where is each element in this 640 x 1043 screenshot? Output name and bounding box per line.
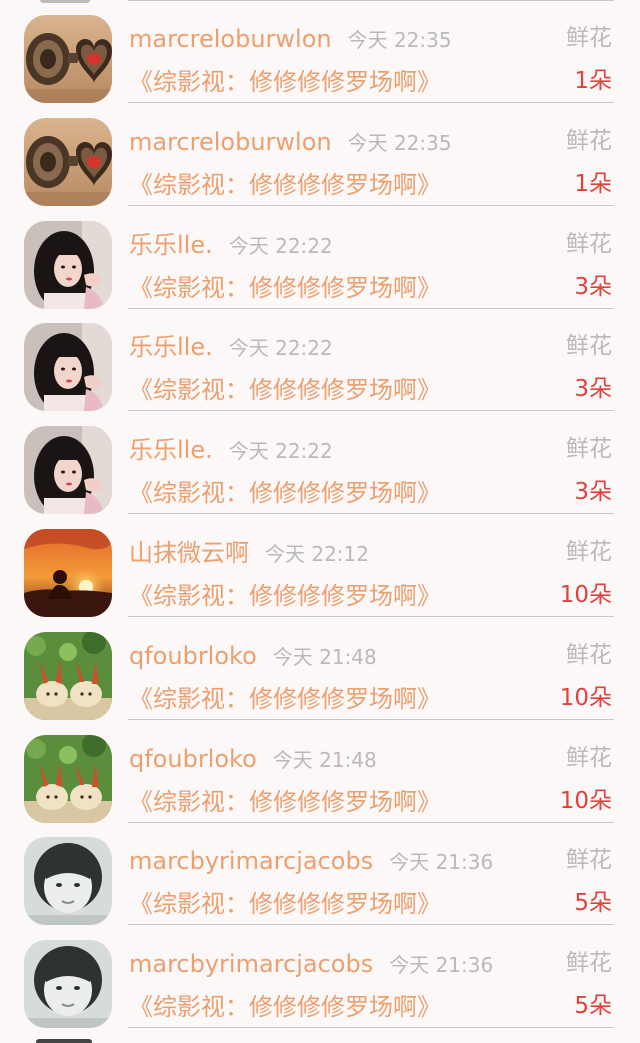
gift-type-label: 鲜花	[566, 539, 612, 565]
gift-timestamp: 今天 22:22	[228, 233, 333, 258]
gift-type-label: 鲜花	[566, 744, 612, 771]
gift-record-row[interactable]: 乐乐lle. 今天 22:22 鲜花《综影视：修修修修罗场啊》 3朵	[0, 308, 640, 412]
gift-count: 1朵	[574, 68, 612, 94]
gift-record-row[interactable]: marcbyrimarcjacobs 今天 21:36 鲜花《综影视：修修修修罗场啊…	[0, 925, 640, 1029]
username-link[interactable]: marcbyrimarcjacobs	[129, 846, 373, 876]
user-avatar[interactable]	[24, 837, 112, 926]
gift-record-row[interactable]: marcreloburwlon 今天 22:35 鲜花《综影视：修修修修罗场啊》 1朵	[0, 103, 640, 206]
username-link[interactable]: 乐乐lle.	[129, 332, 213, 362]
gift-count: 3朵	[574, 273, 612, 300]
gift-type-label: 鲜花	[566, 436, 612, 463]
user-avatar[interactable]	[24, 529, 112, 617]
gift-timestamp: 今天 21:36	[389, 850, 494, 875]
gift-count: 3朵	[574, 479, 612, 506]
gift-type-label: 鲜花	[566, 641, 612, 668]
user-avatar[interactable]	[24, 734, 112, 823]
gift-record-row[interactable]: qfoubrloko 今天 21:48 鲜花《综影视：修修修修罗场啊》 10朵	[0, 720, 640, 823]
user-avatar[interactable]	[24, 940, 112, 1029]
gift-count: 5朵	[574, 993, 612, 1020]
gift-count: 10朵	[559, 582, 612, 608]
user-avatar[interactable]	[24, 117, 112, 206]
gift-count: 10朵	[559, 787, 612, 814]
gift-count: 3朵	[574, 376, 612, 403]
username-link[interactable]: qfoubrloko	[129, 744, 257, 774]
username-link[interactable]: 乐乐lle.	[129, 435, 213, 465]
username-link[interactable]: marcbyrimarcjacobs	[129, 949, 373, 979]
gift-count: 5朵	[574, 890, 612, 917]
user-avatar[interactable]	[24, 220, 112, 309]
gift-record-row[interactable]: marcreloburwlon 今天 22:35 鲜花《综影视：修修修修罗场啊》 1朵	[0, 0, 640, 103]
gift-timestamp: 今天 21:36	[389, 953, 494, 978]
gift-timestamp: 今天 22:12	[265, 542, 369, 566]
work-title-link[interactable]: 《综影视：修修修修罗场啊》	[129, 477, 441, 509]
username-link[interactable]: marcreloburwlon	[129, 24, 332, 54]
username-link[interactable]: 乐乐lle.	[129, 230, 213, 260]
gift-type-label: 鲜花	[566, 333, 612, 360]
gift-record-row[interactable]: 乐乐lle. 今天 22:22 鲜花《综影视：修修修修罗场啊》 3朵	[0, 206, 640, 309]
user-avatar[interactable]	[24, 426, 112, 515]
work-title-link[interactable]: 《综影视：修修修修罗场啊》	[129, 683, 441, 715]
work-title-link[interactable]: 《综影视：修修修修罗场啊》	[129, 66, 441, 98]
gift-type-label: 鲜花	[566, 230, 612, 257]
gift-timestamp: 今天 21:48	[272, 644, 377, 669]
gift-record-row[interactable]: qfoubrloko 今天 21:48 鲜花《综影视：修修修修罗场啊》 10朵	[0, 617, 640, 720]
user-avatar[interactable]	[24, 15, 112, 103]
gift-record-row[interactable]: marcbyrimarcjacobs 今天 21:36 鲜花《综影视：修修修修罗场啊…	[0, 822, 640, 926]
work-title-link[interactable]: 《综影视：修修修修罗场啊》	[129, 580, 441, 612]
gift-timestamp: 今天 22:22	[228, 336, 333, 361]
gift-count: 10朵	[559, 684, 612, 711]
gift-record-row[interactable]: 山抹微云啊 今天 22:12 鲜花《综影视：修修修修罗场啊》 10朵	[0, 514, 640, 617]
gift-record-row[interactable]: 乐乐lle. 今天 22:22 鲜花《综影视：修修修修罗场啊》 3朵	[0, 411, 640, 515]
username-link[interactable]: qfoubrloko	[129, 641, 257, 671]
gift-count: 1朵	[574, 170, 612, 197]
work-title-link[interactable]: 《综影视：修修修修罗场啊》	[129, 272, 441, 304]
gift-type-label: 鲜花	[566, 127, 612, 154]
gift-timestamp: 今天 22:22	[228, 439, 333, 464]
gift-timestamp: 今天 22:35	[347, 28, 452, 52]
user-avatar[interactable]	[24, 323, 112, 412]
next-row-avatar-edge	[36, 1039, 92, 1043]
gift-type-label: 鲜花	[566, 950, 612, 977]
work-title-link[interactable]: 《综影视：修修修修罗场啊》	[129, 374, 441, 406]
gift-type-label: 鲜花	[566, 25, 612, 51]
work-title-link[interactable]: 《综影视：修修修修罗场啊》	[129, 991, 441, 1023]
work-title-link[interactable]: 《综影视：修修修修罗场啊》	[129, 888, 441, 920]
row-divider	[128, 1027, 614, 1029]
work-title-link[interactable]: 《综影视：修修修修罗场啊》	[129, 786, 441, 818]
work-title-link[interactable]: 《综影视：修修修修罗场啊》	[129, 169, 441, 201]
username-link[interactable]: 山抹微云啊	[129, 538, 249, 568]
gift-timestamp: 今天 22:35	[347, 130, 452, 155]
username-link[interactable]: marcreloburwlon	[129, 127, 332, 157]
gift-type-label: 鲜花	[566, 847, 612, 874]
gift-timestamp: 今天 21:48	[272, 747, 377, 772]
user-avatar[interactable]	[24, 631, 112, 720]
